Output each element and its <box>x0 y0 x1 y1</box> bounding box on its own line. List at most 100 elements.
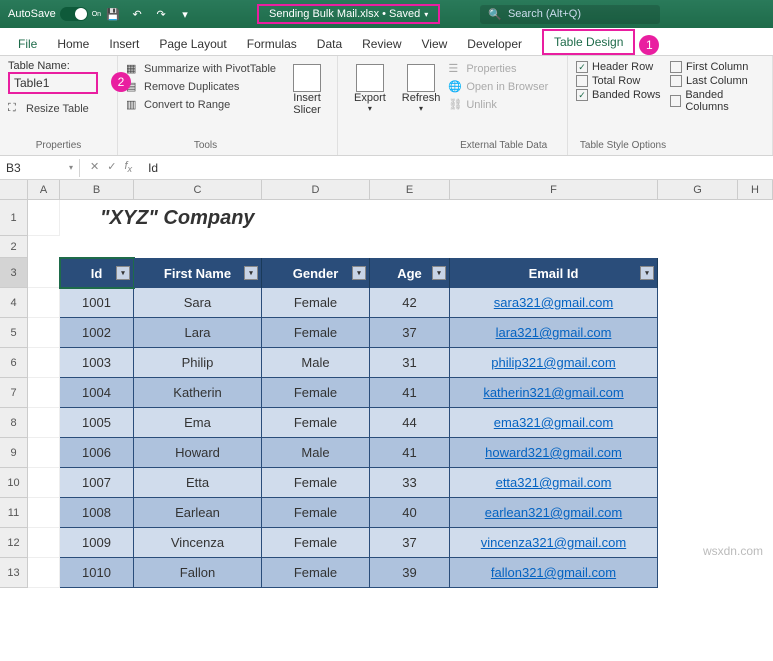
cell-id[interactable]: 1003 <box>60 348 134 378</box>
cell-email[interactable]: vincenza321@gmail.com <box>450 528 658 558</box>
remove-duplicates-button[interactable]: ▤Remove Duplicates <box>126 78 285 96</box>
chk-total-row[interactable]: Total Row <box>576 74 670 88</box>
col-header-E[interactable]: E <box>370 180 450 199</box>
cell-id[interactable]: 1004 <box>60 378 134 408</box>
name-box[interactable]: B3▾ <box>0 159 80 177</box>
enter-icon[interactable]: ✓ <box>107 160 116 174</box>
tab-file[interactable]: File <box>8 33 47 55</box>
tab-page-layout[interactable]: Page Layout <box>149 33 236 55</box>
filter-icon[interactable]: ▾ <box>432 266 446 280</box>
cell-age[interactable]: 41 <box>370 378 450 408</box>
company-title[interactable]: "XYZ" Company <box>60 200 773 236</box>
cell-first[interactable]: Ema <box>134 408 262 438</box>
search-box[interactable]: 🔍 Search (Alt+Q) <box>480 5 660 24</box>
row-header[interactable]: 13 <box>0 558 28 588</box>
cell-age[interactable]: 37 <box>370 318 450 348</box>
cell-first[interactable]: Etta <box>134 468 262 498</box>
row-header[interactable]: 12 <box>0 528 28 558</box>
cell[interactable] <box>28 348 60 378</box>
cell-first[interactable]: Lara <box>134 318 262 348</box>
chk-last-col[interactable]: Last Column <box>670 74 764 88</box>
cell-first[interactable]: Vincenza <box>134 528 262 558</box>
chk-first-col[interactable]: First Column <box>670 60 764 74</box>
cell-gender[interactable]: Female <box>262 408 370 438</box>
cell-gender[interactable]: Male <box>262 348 370 378</box>
col-header-F[interactable]: F <box>450 180 658 199</box>
cell-first[interactable]: Fallon <box>134 558 262 588</box>
filename-box[interactable]: Sending Bulk Mail.xlsx • Saved ▾ <box>257 4 440 24</box>
save-icon[interactable]: 💾 <box>105 6 121 22</box>
row-header[interactable]: 6 <box>0 348 28 378</box>
cell[interactable] <box>28 528 60 558</box>
cell-age[interactable]: 40 <box>370 498 450 528</box>
cell-gender[interactable]: Female <box>262 528 370 558</box>
cell[interactable] <box>28 258 60 288</box>
cell-first[interactable]: Howard <box>134 438 262 468</box>
summarize-pivot-button[interactable]: ▦Summarize with PivotTable <box>126 60 285 78</box>
cell-gender[interactable]: Female <box>262 288 370 318</box>
cell-email[interactable]: howard321@gmail.com <box>450 438 658 468</box>
tab-home[interactable]: Home <box>47 33 99 55</box>
row-header[interactable]: 5 <box>0 318 28 348</box>
export-button[interactable]: Export▾ <box>346 60 394 151</box>
cell-id[interactable]: 1001 <box>60 288 134 318</box>
refresh-button[interactable]: Refresh▾ <box>394 60 449 151</box>
cell-email[interactable]: etta321@gmail.com <box>450 468 658 498</box>
row-header[interactable]: 8 <box>0 408 28 438</box>
cell-first[interactable]: Earlean <box>134 498 262 528</box>
tab-view[interactable]: View <box>412 33 458 55</box>
tab-insert[interactable]: Insert <box>99 33 149 55</box>
tab-review[interactable]: Review <box>352 33 411 55</box>
table-header-first[interactable]: First Name▾ <box>134 258 262 288</box>
row-header[interactable]: 7 <box>0 378 28 408</box>
cell-id[interactable]: 1002 <box>60 318 134 348</box>
chk-banded-cols[interactable]: Banded Columns <box>670 88 764 114</box>
table-header-age[interactable]: Age▾ <box>370 258 450 288</box>
cell-id[interactable]: 1005 <box>60 408 134 438</box>
filter-icon[interactable]: ▾ <box>244 266 258 280</box>
cell[interactable] <box>28 558 60 588</box>
cell-gender[interactable]: Male <box>262 438 370 468</box>
cell-first[interactable]: Philip <box>134 348 262 378</box>
tab-table-design[interactable]: Table Design <box>542 29 635 55</box>
cell-age[interactable]: 39 <box>370 558 450 588</box>
cell-age[interactable]: 41 <box>370 438 450 468</box>
col-header-B[interactable]: B <box>60 180 134 199</box>
insert-slicer-button[interactable]: Insert Slicer <box>285 60 329 151</box>
cancel-icon[interactable]: ✕ <box>90 160 99 174</box>
undo-icon[interactable]: ↶ <box>129 6 145 22</box>
row-header[interactable]: 4 <box>0 288 28 318</box>
cell-id[interactable]: 1007 <box>60 468 134 498</box>
cell[interactable] <box>28 288 60 318</box>
cell-id[interactable]: 1009 <box>60 528 134 558</box>
convert-range-button[interactable]: ▥Convert to Range <box>126 96 285 114</box>
col-header-G[interactable]: G <box>658 180 738 199</box>
cell-first[interactable]: Katherin <box>134 378 262 408</box>
filter-icon[interactable]: ▾ <box>116 266 130 280</box>
tab-formulas[interactable]: Formulas <box>237 33 307 55</box>
autosave-toggle[interactable]: AutoSave On <box>8 7 101 21</box>
cell[interactable] <box>28 498 60 528</box>
row-header-3[interactable]: 3 <box>0 258 28 288</box>
redo-icon[interactable]: ↷ <box>153 6 169 22</box>
cell-email[interactable]: katherin321@gmail.com <box>450 378 658 408</box>
row-header[interactable]: 10 <box>0 468 28 498</box>
cell-gender[interactable]: Female <box>262 558 370 588</box>
cell-email[interactable]: sara321@gmail.com <box>450 288 658 318</box>
table-header-gender[interactable]: Gender▾ <box>262 258 370 288</box>
fx-icon[interactable]: fx <box>124 160 132 174</box>
chk-banded-rows[interactable]: ✓Banded Rows <box>576 88 670 102</box>
cell-id[interactable]: 1010 <box>60 558 134 588</box>
cell-first[interactable]: Sara <box>134 288 262 318</box>
cell-gender[interactable]: Female <box>262 378 370 408</box>
cell-email[interactable]: philip321@gmail.com <box>450 348 658 378</box>
cell-gender[interactable]: Female <box>262 468 370 498</box>
cell-age[interactable]: 44 <box>370 408 450 438</box>
resize-table-button[interactable]: ⛶ Resize Table <box>8 100 109 118</box>
row-header-1[interactable]: 1 <box>0 200 28 236</box>
col-header-A[interactable]: A <box>28 180 60 199</box>
cell[interactable] <box>28 408 60 438</box>
table-header-email[interactable]: Email Id▾ <box>450 258 658 288</box>
table-header-id[interactable]: Id▾ <box>60 258 134 288</box>
cell-email[interactable]: lara321@gmail.com <box>450 318 658 348</box>
